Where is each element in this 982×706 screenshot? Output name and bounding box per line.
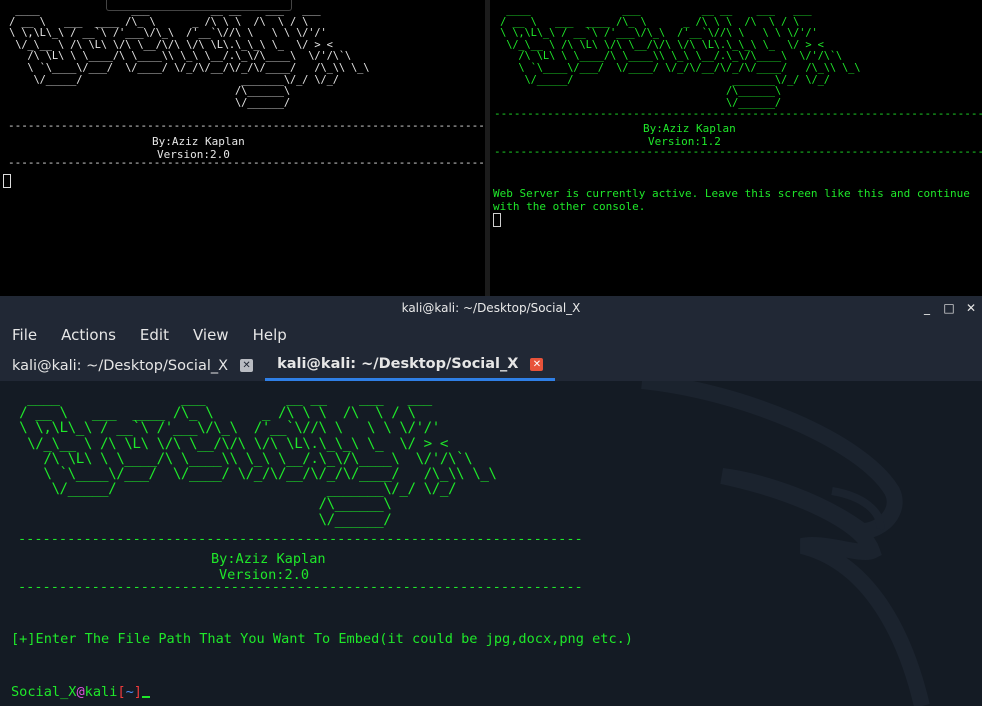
menu-bar: File Actions Edit View Help	[0, 320, 982, 350]
maximize-button[interactable]: □	[938, 301, 960, 315]
close-button[interactable]: ✕	[960, 301, 982, 315]
menu-actions[interactable]: Actions	[49, 326, 128, 344]
minimize-button[interactable]: _	[916, 301, 938, 315]
menu-edit[interactable]: Edit	[128, 326, 181, 344]
separator-line: ----------------------------------------…	[494, 145, 982, 158]
terminal-output[interactable]: ____ ___ __ __ ___ ___ / __ \ ___ ____ /…	[0, 381, 982, 706]
terminal-window: kali@kali: ~/Desktop/Social_X _ □ ✕ File…	[0, 296, 982, 706]
menu-view[interactable]: View	[181, 326, 241, 344]
tab-bar: kali@kali: ~/Desktop/Social_X ✕ kali@kal…	[0, 350, 982, 381]
window-title: kali@kali: ~/Desktop/Social_X	[401, 301, 581, 315]
kali-dragon-watermark	[641, 381, 930, 706]
menu-help[interactable]: Help	[241, 326, 299, 344]
web-server-status: Web Server is currently active. Leave th…	[493, 187, 970, 213]
author-label: By:Aziz Kaplan	[152, 135, 245, 148]
cursor	[493, 213, 501, 227]
prompt-at: @	[76, 684, 85, 700]
social-x-banner-art: ____ ___ __ __ ___ ___ / __ \ ___ ____ /…	[500, 4, 861, 109]
embed-instruction: [+]Enter The File Path That You Want To …	[11, 631, 633, 647]
tab-label: kali@kali: ~/Desktop/Social_X	[277, 356, 519, 372]
close-tab-icon[interactable]: ✕	[530, 357, 544, 371]
tab-terminal-1[interactable]: kali@kali: ~/Desktop/Social_X ✕	[0, 350, 265, 381]
social-x-banner-art: ____ ___ __ __ ___ ___ / __ \ ___ ____ /…	[9, 4, 370, 109]
separator-line: ----------------------------------------…	[18, 531, 583, 547]
separator-line: ----------------------------------------…	[8, 156, 485, 169]
social-x-banner-art: ____ ___ __ __ ___ ___ / __ \ ___ ____ /…	[19, 390, 497, 528]
text-cursor	[141, 696, 150, 698]
separator-line: ----------------------------------------…	[18, 579, 583, 595]
author-label: By:Aziz Kaplan	[211, 551, 326, 567]
terminal-top-left[interactable]: ____ ___ __ __ ___ ___ / __ \ ___ ____ /…	[0, 0, 485, 296]
window-titlebar[interactable]: kali@kali: ~/Desktop/Social_X _ □ ✕	[0, 296, 982, 320]
separator-line: ----------------------------------------…	[494, 107, 982, 120]
prompt-close-bracket: ]	[133, 684, 142, 700]
menu-file[interactable]: File	[0, 326, 49, 344]
cursor	[3, 174, 11, 188]
tab-label: kali@kali: ~/Desktop/Social_X	[12, 357, 229, 374]
prompt-host: kali	[84, 684, 118, 700]
author-label: By:Aziz Kaplan	[643, 122, 736, 135]
terminal-top-right[interactable]: ____ ___ __ __ ___ ___ / __ \ ___ ____ /…	[490, 0, 982, 296]
prompt-path: ~	[125, 684, 134, 700]
shell-prompt[interactable]: Social_X@kali[~]	[11, 684, 150, 700]
tab-terminal-2[interactable]: kali@kali: ~/Desktop/Social_X ✕	[265, 350, 556, 381]
close-tab-icon[interactable]: ✕	[240, 359, 254, 372]
prompt-open-bracket: [	[117, 684, 126, 700]
prompt-user: Social_X	[11, 684, 77, 700]
separator-line: ----------------------------------------…	[8, 119, 485, 132]
